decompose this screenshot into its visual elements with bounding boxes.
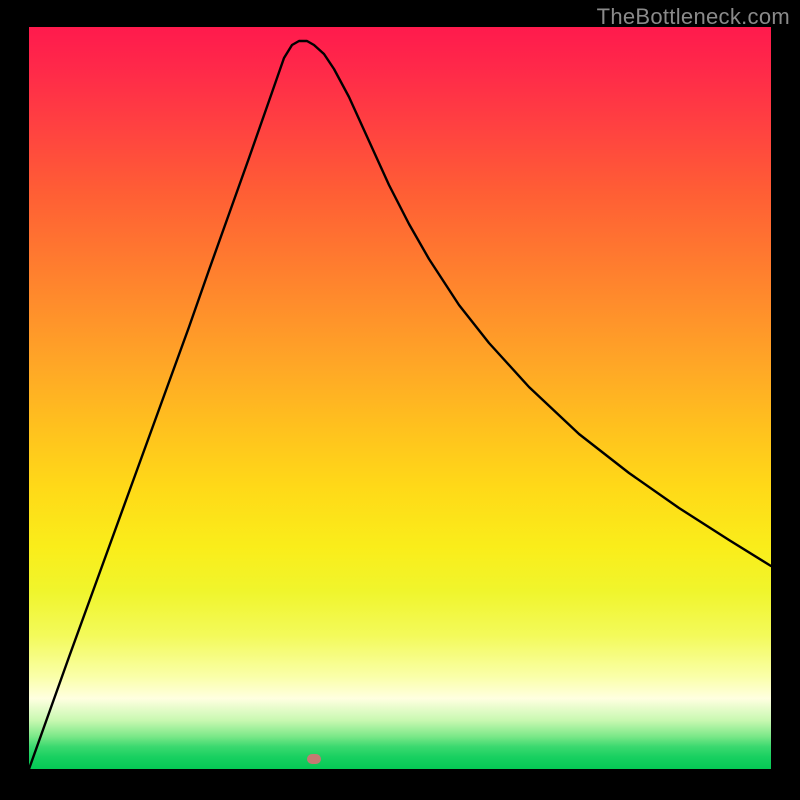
watermark-text: TheBottleneck.com: [597, 4, 790, 30]
chart-frame: [29, 27, 771, 769]
bottleneck-curve: [29, 27, 771, 769]
optimal-point-marker: [307, 754, 321, 764]
